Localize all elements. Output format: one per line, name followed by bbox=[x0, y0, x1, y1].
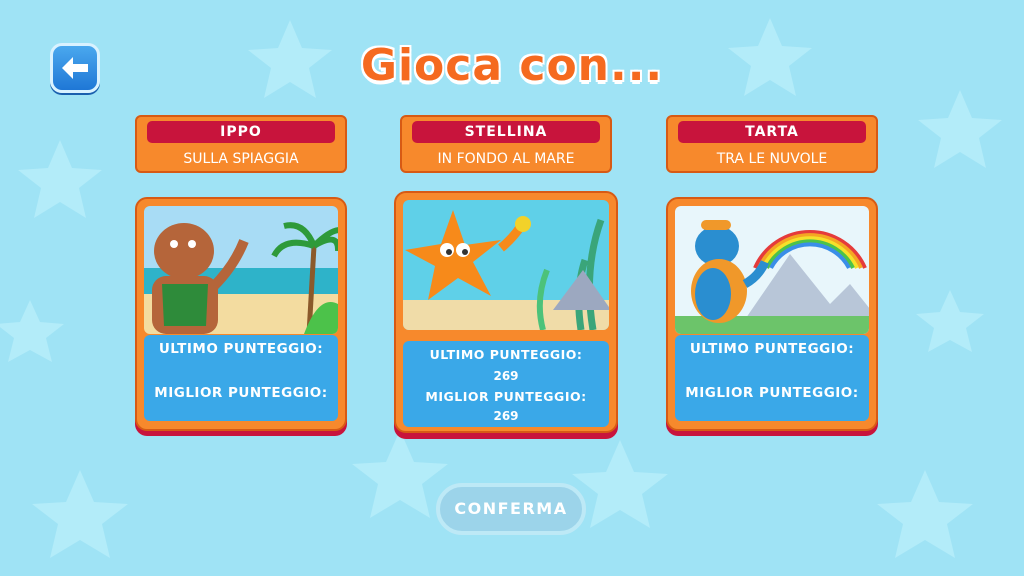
card-frame: ULTIMO PUNTEGGIO: MIGLIOR PUNTEGGIO: bbox=[666, 197, 878, 431]
character-place: TRA LE NUVOLE bbox=[716, 151, 828, 167]
best-score-label: MIGLIOR PUNTEGGIO: bbox=[154, 385, 328, 401]
best-score-label: MIGLIOR PUNTEGGIO: bbox=[685, 385, 859, 401]
starfish-sea-image bbox=[403, 200, 609, 330]
confirm-button[interactable]: CONFERMA bbox=[436, 483, 586, 535]
character-name: STELLINA bbox=[412, 121, 600, 143]
score-panel: ULTIMO PUNTEGGIO: MIGLIOR PUNTEGGIO: bbox=[144, 335, 338, 421]
last-score-label: ULTIMO PUNTEGGIO: bbox=[158, 341, 324, 357]
last-score-label: ULTIMO PUNTEGGIO: bbox=[429, 347, 583, 362]
last-score-value: 269 bbox=[493, 369, 519, 383]
card-frame: ULTIMO PUNTEGGIO: 269 MIGLIOR PUNTEGGIO:… bbox=[394, 191, 618, 433]
last-score-label: ULTIMO PUNTEGGIO: bbox=[689, 341, 855, 357]
character-place: IN FONDO AL MARE bbox=[437, 151, 575, 167]
character-place: SULLA SPIAGGIA bbox=[183, 151, 299, 167]
best-score-value: 269 bbox=[493, 409, 519, 423]
card-frame: ULTIMO PUNTEGGIO: MIGLIOR PUNTEGGIO: bbox=[135, 197, 347, 431]
card-header: TARTA TRA LE NUVOLE bbox=[666, 115, 878, 173]
score-panel: ULTIMO PUNTEGGIO: 269 MIGLIOR PUNTEGGIO:… bbox=[403, 341, 609, 427]
card-header: IPPO SULLA SPIAGGIA bbox=[135, 115, 347, 173]
best-score-label: MIGLIOR PUNTEGGIO: bbox=[425, 389, 587, 404]
character-name: TARTA bbox=[678, 121, 866, 143]
score-panel: ULTIMO PUNTEGGIO: MIGLIOR PUNTEGGIO: bbox=[675, 335, 869, 421]
hippo-beach-image bbox=[144, 206, 338, 334]
page-title: Gioca con... bbox=[360, 40, 664, 91]
card-header: STELLINA IN FONDO AL MARE bbox=[400, 115, 612, 173]
character-name: IPPO bbox=[147, 121, 335, 143]
turtle-sky-image bbox=[675, 206, 869, 334]
